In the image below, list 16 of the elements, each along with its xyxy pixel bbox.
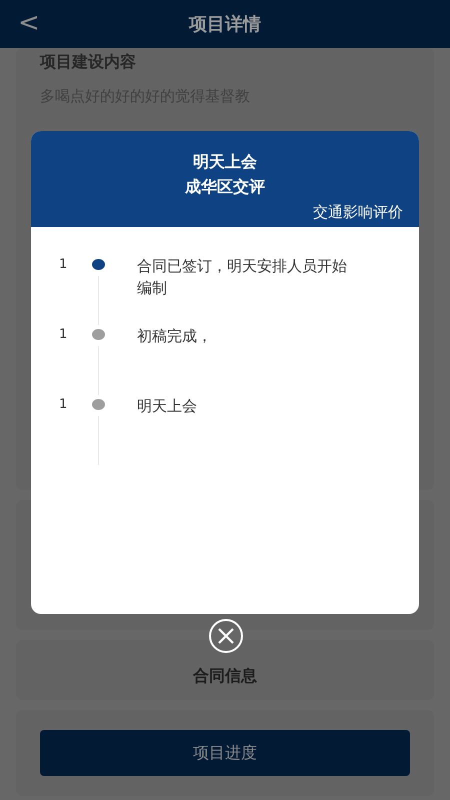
section-title: 项目建设内容 (40, 52, 137, 73)
step-number: 1 (59, 326, 68, 344)
step-number: 1 (59, 256, 68, 274)
dialog-title: 明天上会 (193, 151, 257, 173)
step-text: 合同已签订，明天安排人员开始编制 (137, 256, 348, 299)
page-title: 项目详情 (189, 13, 261, 36)
dialog-subtitle: 交通影响评价 (313, 203, 403, 222)
step-text: 明天上会 (137, 396, 198, 417)
step-number: 1 (59, 396, 68, 414)
section-title: 合同信息 (193, 666, 257, 686)
progress-button[interactable]: 项目进度 (40, 730, 410, 776)
dialog-title: 成华区交评 (185, 176, 265, 198)
back-button[interactable]: < (12, 8, 46, 38)
step-text: 初稿完成， (137, 326, 213, 347)
close-icon (217, 627, 235, 645)
close-button[interactable] (209, 619, 243, 653)
